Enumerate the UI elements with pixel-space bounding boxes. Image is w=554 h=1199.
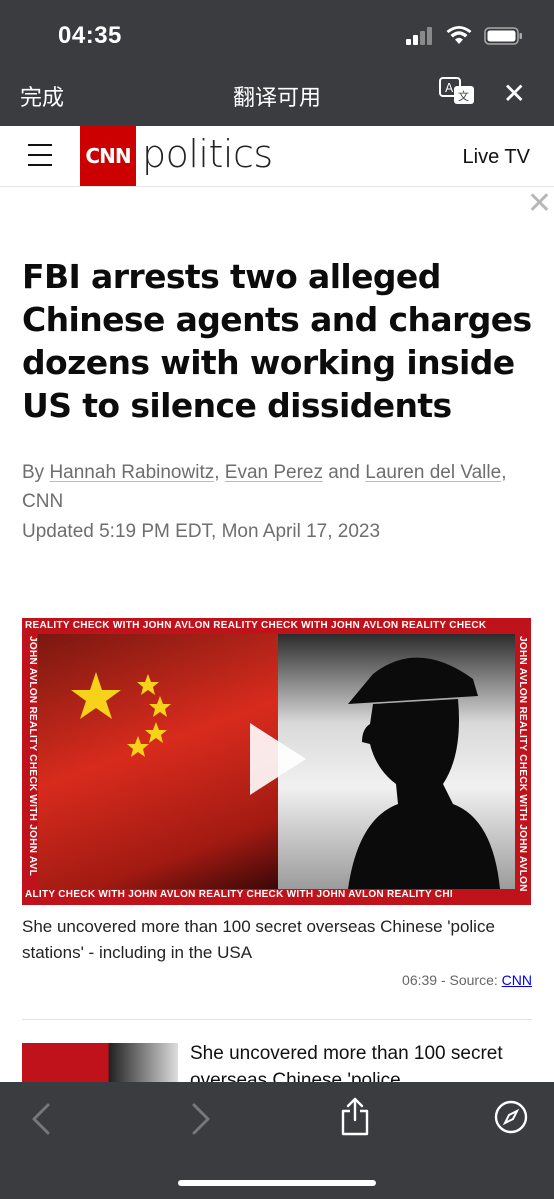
wifi-icon bbox=[446, 26, 472, 44]
home-indicator bbox=[178, 1180, 376, 1186]
author-link[interactable]: Evan Perez bbox=[225, 462, 323, 483]
video-player[interactable]: REALITY CHECK WITH JOHN AVLON REALITY CH… bbox=[22, 618, 531, 905]
compass-icon[interactable] bbox=[494, 1100, 528, 1139]
forward-icon[interactable] bbox=[190, 1102, 212, 1141]
byline-separator: , bbox=[214, 462, 225, 483]
browser-top-bar: 04:35 完成 翻译可用 A 文 ✕ bbox=[0, 0, 554, 126]
svg-text:A: A bbox=[445, 81, 454, 95]
video-source: 06:39 - Source: CNN bbox=[402, 972, 532, 988]
divider bbox=[22, 1019, 532, 1020]
byline-prefix: By bbox=[22, 462, 50, 483]
author-link[interactable]: Hannah Rabinowitz bbox=[49, 462, 214, 483]
byline: By Hannah Rabinowitz, Evan Perez and Lau… bbox=[22, 458, 532, 516]
close-translate-icon[interactable]: ✕ bbox=[503, 80, 526, 108]
byline-and: and bbox=[323, 462, 366, 483]
video-thumbnail-flag bbox=[38, 634, 278, 889]
video-caption: She uncovered more than 100 secret overs… bbox=[22, 917, 495, 962]
flag-stars-image bbox=[71, 672, 171, 757]
section-name[interactable]: politics bbox=[142, 132, 273, 176]
back-icon[interactable] bbox=[30, 1102, 52, 1141]
status-time: 04:35 bbox=[58, 22, 122, 49]
article-headline: FBI arrests two alleged Chinese agents a… bbox=[22, 257, 532, 425]
author-link[interactable]: Lauren del Valle bbox=[365, 462, 501, 483]
frame-text-left: JOHN AVLON REALITY CHECK WITH JOHN AVL bbox=[27, 636, 38, 877]
status-icons bbox=[406, 26, 524, 46]
live-tv-link[interactable]: Live TV bbox=[463, 146, 530, 169]
frame-text-bottom: ALITY CHECK WITH JOHN AVLON REALITY CHEC… bbox=[25, 889, 453, 900]
play-icon[interactable] bbox=[248, 721, 308, 802]
frame-text-top: REALITY CHECK WITH JOHN AVLON REALITY CH… bbox=[25, 620, 487, 631]
frame-text-right: JOHN AVLON REALITY CHECK WITH JOHN AVLON bbox=[517, 636, 528, 892]
share-icon[interactable] bbox=[340, 1096, 370, 1141]
site-header: CNN politics Live TV bbox=[0, 126, 554, 187]
translate-bar: 完成 翻译可用 A 文 ✕ bbox=[0, 72, 554, 118]
next-video-thumbnail[interactable] bbox=[22, 1043, 178, 1083]
signal-icon bbox=[406, 27, 432, 45]
officer-silhouette-image bbox=[348, 657, 500, 889]
cnn-logo[interactable]: CNN bbox=[80, 126, 136, 186]
updated-timestamp: Updated 5:19 PM EDT, Mon April 17, 2023 bbox=[22, 521, 381, 542]
next-video-title[interactable]: She uncovered more than 100 secret overs… bbox=[190, 1040, 530, 1082]
menu-icon[interactable] bbox=[28, 144, 52, 166]
video-thumbnail-officer bbox=[278, 634, 515, 889]
ad-close-icon[interactable]: ✕ bbox=[527, 186, 552, 221]
source-link[interactable]: CNN bbox=[502, 972, 532, 988]
translate-icon[interactable]: A 文 bbox=[438, 76, 478, 113]
svg-text:文: 文 bbox=[458, 89, 469, 103]
battery-icon bbox=[484, 27, 522, 45]
video-duration-source: 06:39 - Source: bbox=[402, 972, 502, 988]
browser-bottom-bar bbox=[0, 1082, 554, 1199]
